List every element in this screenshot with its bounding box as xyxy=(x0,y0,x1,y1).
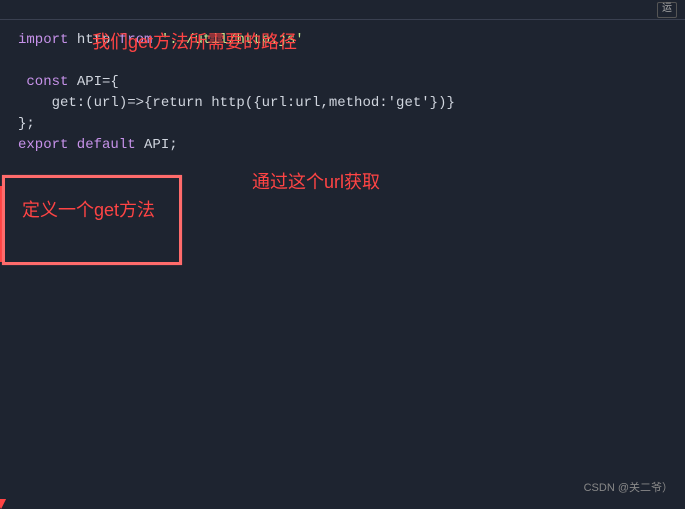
code-text: API={ xyxy=(68,74,118,90)
code-keyword: export default xyxy=(18,137,136,153)
editor-tab-bar: 运 xyxy=(0,0,685,20)
code-text: get:(url)=>{return http({url:url,method:… xyxy=(18,95,455,111)
annotation-right: 通过这个url获取 xyxy=(252,168,380,194)
code-text: }; xyxy=(18,116,35,132)
watermark: CSDN @关二爷） xyxy=(584,479,673,495)
code-text: API; xyxy=(136,137,178,153)
code-keyword: import xyxy=(18,32,68,48)
code-keyword: const xyxy=(18,74,68,90)
run-button[interactable]: 运 xyxy=(657,2,677,18)
annotation-box-label: 定义一个get方法 xyxy=(22,196,155,222)
annotation-top: 我们get方法所需要的路径 xyxy=(92,28,297,54)
